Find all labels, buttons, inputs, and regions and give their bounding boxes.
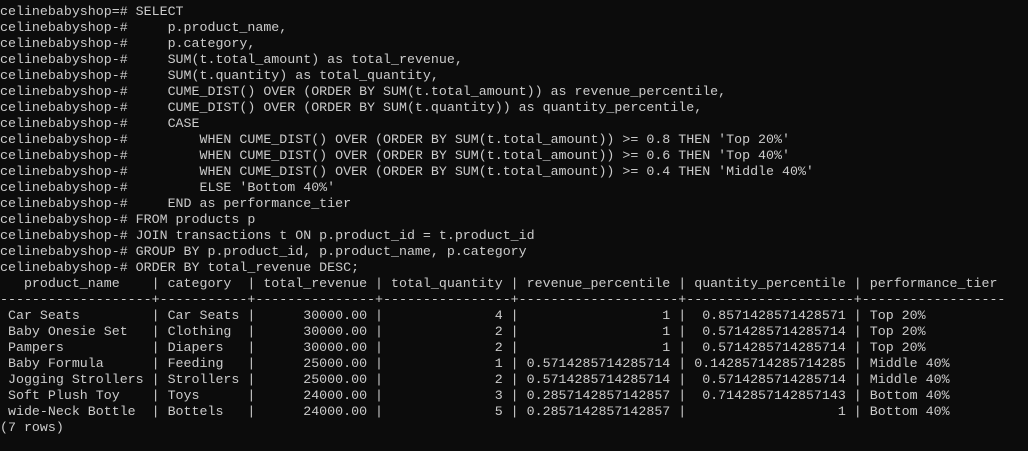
terminal-line: wide-Neck Bottle | Bottels | 24000.00 | … [0, 404, 950, 419]
terminal-line: celinebabyshop-# CUME_DIST() OVER (ORDER… [0, 84, 727, 99]
terminal-line: celinebabyshop-# SUM(t.quantity) as tota… [0, 68, 439, 83]
terminal-line: (7 rows) [0, 420, 64, 435]
terminal-line: celinebabyshop-# WHEN CUME_DIST() OVER (… [0, 148, 790, 163]
terminal-line: celinebabyshop-# p.category, [0, 36, 256, 51]
terminal-line: celinebabyshop-# GROUP BY p.product_id, … [0, 244, 527, 259]
terminal-line: celinebabyshop=# SELECT [0, 4, 184, 19]
terminal-line: celinebabyshop-# FROM products p [0, 212, 256, 227]
terminal-line: Car Seats | Car Seats | 30000.00 | 4 | 1… [0, 308, 926, 323]
terminal-line: celinebabyshop-# CASE [0, 116, 200, 131]
terminal-line: celinebabyshop-# ELSE 'Bottom 40%' [0, 180, 336, 195]
terminal-line: celinebabyshop-# JOIN transactions t ON … [0, 228, 535, 243]
terminal-line: Baby Formula | Feeding | 25000.00 | 1 | … [0, 356, 950, 371]
terminal-line: Pampers | Diapers | 30000.00 | 2 | 1 | 0… [0, 340, 926, 355]
terminal-line: Baby Onesie Set | Clothing | 30000.00 | … [0, 324, 926, 339]
terminal-line: celinebabyshop-# ORDER BY total_revenue … [0, 260, 360, 275]
terminal-window[interactable]: celinebabyshop=# SELECT celinebabyshop-# … [0, 0, 1028, 451]
terminal-line: celinebabyshop-# p.product_name, [0, 20, 288, 35]
terminal-line: celinebabyshop-# WHEN CUME_DIST() OVER (… [0, 132, 790, 147]
terminal-line: celinebabyshop-# SUM(t.total_amount) as … [0, 52, 463, 67]
terminal-line: -------------------+-----------+--------… [0, 292, 1006, 307]
terminal-line: product_name | category | total_revenue … [0, 276, 998, 291]
terminal-line: Jogging Strollers | Strollers | 25000.00… [0, 372, 950, 387]
terminal-line: celinebabyshop-# WHEN CUME_DIST() OVER (… [0, 164, 814, 179]
terminal-line: celinebabyshop-# END as performance_tier [0, 196, 352, 211]
terminal-line: celinebabyshop-# CUME_DIST() OVER (ORDER… [0, 100, 703, 115]
terminal-line: Soft Plush Toy | Toys | 24000.00 | 3 | 0… [0, 388, 950, 403]
